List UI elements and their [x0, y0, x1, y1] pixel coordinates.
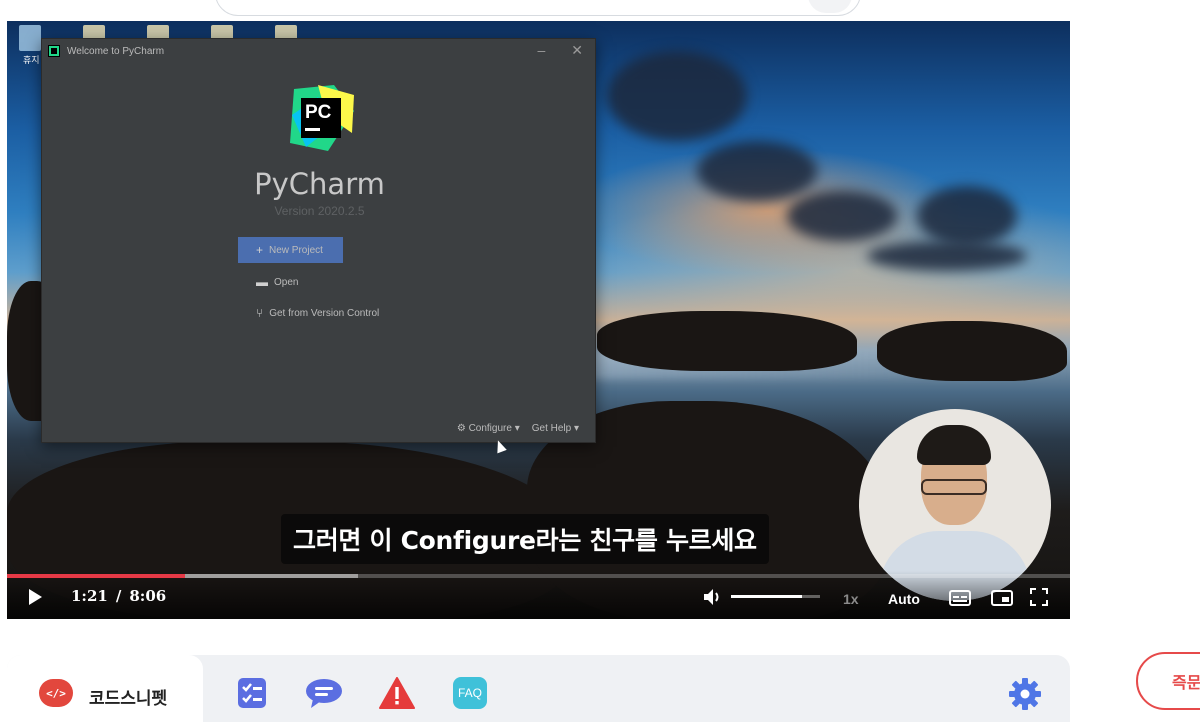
instant-question-button[interactable]: 즉문 — [1136, 652, 1200, 710]
app-name: PyCharm — [254, 167, 385, 201]
logo-text: PC — [305, 102, 332, 123]
playback-speed-button[interactable]: 1x — [843, 591, 859, 607]
open-button[interactable]: ▬ Open — [238, 269, 298, 295]
open-label: Open — [274, 276, 299, 288]
page: 휴지 Welcome to PyCharm – ✕ PC PyCharm Ver… — [0, 0, 1200, 722]
minimize-icon[interactable]: – — [537, 42, 545, 59]
play-button[interactable] — [29, 589, 42, 605]
settings-gear-icon[interactable] — [1008, 677, 1042, 711]
duration: 8:06 — [129, 587, 167, 605]
cloud — [867, 241, 1027, 271]
tab-checklist-icon[interactable] — [237, 677, 267, 709]
recycle-bin-icon[interactable] — [19, 25, 41, 51]
cloud — [697, 141, 817, 201]
volume-icon[interactable] — [703, 588, 723, 606]
search-bar[interactable] — [215, 0, 861, 16]
video-player[interactable]: 휴지 Welcome to PyCharm – ✕ PC PyCharm Ver… — [7, 21, 1070, 619]
configure-label: Configure ▾ — [468, 423, 520, 434]
tab-code-snippet[interactable]: </> 코드스니펫 — [7, 655, 203, 722]
tab-warning-icon[interactable] — [379, 677, 415, 709]
fullscreen-icon[interactable] — [1030, 588, 1048, 606]
pycharm-icon — [48, 45, 60, 57]
volume-level — [731, 595, 803, 598]
time-separator: / — [115, 587, 122, 605]
rock — [597, 311, 857, 371]
current-time: 1:21 — [71, 587, 108, 605]
tab-code-snippet-label: 코드스니펫 — [89, 689, 168, 709]
tab-faq-icon[interactable]: FAQ — [453, 677, 487, 709]
window-titlebar[interactable]: Welcome to PyCharm – ✕ — [42, 39, 595, 63]
folder-icon: ▬ — [256, 275, 268, 289]
picture-in-picture-icon[interactable] — [991, 590, 1013, 606]
pycharm-welcome-window[interactable]: Welcome to PyCharm – ✕ PC PyCharm Versio… — [41, 38, 596, 443]
new-project-button[interactable]: + New Project — [238, 237, 343, 263]
app-version: Version 2020.2.5 — [274, 204, 365, 218]
subtitle-caption: 그러면 이 Configure라는 친구를 누르세요 — [281, 514, 769, 564]
plus-icon: + — [256, 243, 264, 257]
vcs-icon: ⑂ — [256, 306, 264, 320]
get-help-dropdown[interactable]: Get Help ▾ — [532, 423, 579, 434]
volume-slider[interactable] — [731, 595, 820, 598]
new-project-label: New Project — [269, 244, 323, 256]
pycharm-logo-icon: PC — [290, 85, 354, 151]
configure-dropdown[interactable]: ⚙ Configure ▾ — [457, 423, 520, 434]
tab-chat-icon[interactable] — [305, 677, 343, 709]
window-title: Welcome to PyCharm — [67, 45, 165, 57]
gear-icon: ⚙ — [456, 423, 469, 434]
time-display: 1:21 / 8:06 — [71, 587, 166, 605]
desktop-icon-label: 휴지 — [23, 55, 40, 65]
cloud — [917, 186, 1017, 246]
search-button[interactable] — [808, 0, 852, 13]
code-snippet-icon: </> — [39, 679, 73, 707]
cloud — [787, 191, 897, 241]
quality-button[interactable]: Auto — [888, 591, 920, 607]
progress-played — [7, 574, 185, 578]
get-from-vcs-button[interactable]: ⑂ Get from Version Control — [238, 300, 379, 326]
captions-icon[interactable] — [949, 590, 971, 606]
rock — [877, 321, 1067, 381]
bottom-tab-bar: </> 코드스니펫 FAQ — [7, 655, 1070, 722]
progress-bar[interactable] — [7, 574, 1070, 578]
get-from-vcs-label: Get from Version Control — [269, 307, 380, 319]
cloud — [607, 51, 747, 141]
close-icon[interactable]: ✕ — [571, 42, 583, 59]
